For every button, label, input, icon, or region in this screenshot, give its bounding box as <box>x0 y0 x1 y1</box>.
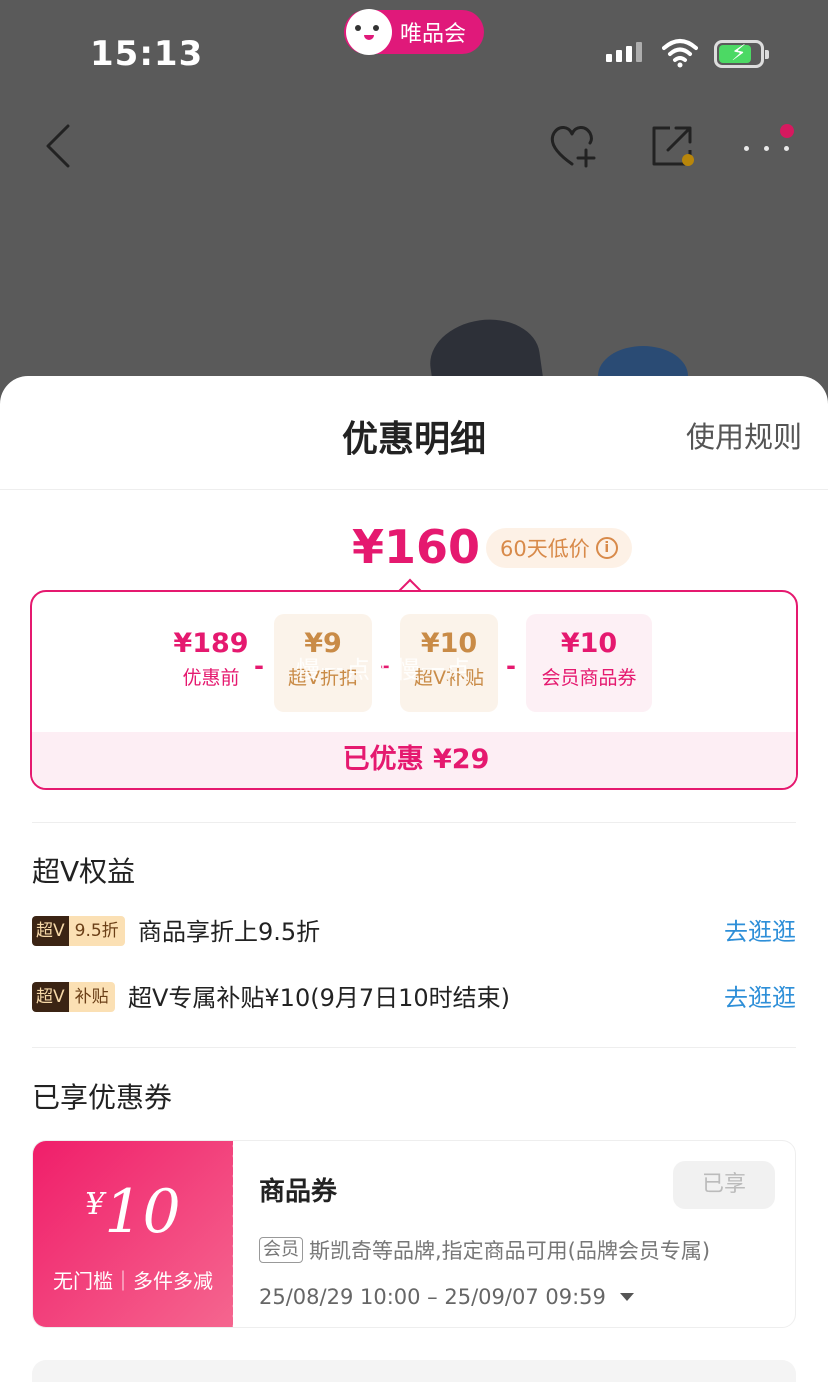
coupon-amount: ¥10 <box>33 1177 233 1247</box>
price-calculation-box: ¥189 优惠前 - ¥9 超V折扣 - ¥10 超V补贴 - ¥10 会员商品… <box>30 590 798 790</box>
background-page: 15:13 唯品会 ⚡ <box>0 0 828 420</box>
calc-item-member-coupon: ¥10 会员商品券 <box>526 614 652 712</box>
calc-label: 超V折扣 <box>288 667 358 689</box>
coupon-amount-value: 10 <box>104 1177 181 1247</box>
member-tag: 会员 <box>259 1237 303 1263</box>
divider <box>32 822 796 823</box>
browse-link[interactable]: 去逛逛 <box>724 976 796 1020</box>
super-v-benefits-title: 超V权益 <box>32 855 136 888</box>
back-icon[interactable] <box>40 122 80 170</box>
low-price-badge[interactable]: 60天低价 i <box>486 528 632 568</box>
calc-label: 超V补贴 <box>414 667 484 689</box>
super-v-subsidy-tag: 超V 补贴 <box>32 982 115 1012</box>
discount-detail-sheet: 优惠明细 使用规则 ¥160 60天低价 i ¥189 优惠前 - ¥9 超V折… <box>0 376 828 1382</box>
calc-value: ¥10 <box>560 628 618 659</box>
sheet-header: 优惠明细 使用规则 <box>0 376 828 490</box>
minus-sign: - <box>380 652 390 680</box>
minus-sign: - <box>254 652 264 680</box>
final-price-row: ¥160 60天低价 i <box>0 520 828 580</box>
coupon-currency: ¥ <box>85 1187 105 1222</box>
chevron-down-icon[interactable] <box>619 1293 634 1301</box>
tag-light-part: 9.5折 <box>68 916 125 946</box>
tag-dark-part: 超V <box>32 982 69 1012</box>
coupon-validity-text: 25/08/29 10:00 – 25/09/07 09:59 <box>259 1285 606 1309</box>
more-icon[interactable] <box>744 124 796 168</box>
low-price-label: 60天低价 <box>500 537 590 561</box>
tag-dark-part: 超V <box>32 916 69 946</box>
calc-item-super-v-subsidy: ¥10 超V补贴 <box>400 614 498 712</box>
next-section-peek <box>32 1360 796 1382</box>
calc-item-original-price: ¥189 优惠前 <box>162 614 260 712</box>
minus-sign: - <box>506 652 516 680</box>
coupon-validity[interactable]: 25/08/29 10:00 – 25/09/07 09:59 <box>259 1285 634 1309</box>
benefit-row-discount: 超V 9.5折 商品享折上9.5折 去逛逛 <box>32 910 796 954</box>
notification-badge <box>780 124 794 138</box>
app-indicator-pill: 唯品会 <box>344 9 484 55</box>
calc-label: 优惠前 <box>182 667 240 689</box>
cellular-signal-icon <box>606 42 642 62</box>
calc-item-super-v-discount: ¥9 超V折扣 <box>274 614 372 712</box>
coupon-description: 会员 斯凯奇等品牌,指定商品可用(品牌会员专属) <box>259 1235 710 1265</box>
browse-link[interactable]: 去逛逛 <box>724 910 796 954</box>
divider <box>32 1047 796 1048</box>
calc-label: 会员商品券 <box>541 667 637 689</box>
super-v-discount-tag: 超V 9.5折 <box>32 916 125 946</box>
battery-charging-icon: ⚡ <box>714 40 769 68</box>
total-saved: 已优惠 ¥29 <box>32 732 796 788</box>
share-icon[interactable] <box>648 122 696 170</box>
benefit-row-subsidy: 超V 补贴 超V专属补贴¥10(9月7日10时结束) 去逛逛 <box>32 976 796 1020</box>
coupon-status-button: 已享 <box>673 1161 775 1209</box>
coupon-condition: 无门槛｜多件多减 <box>53 1269 213 1293</box>
tag-light-part: 补贴 <box>68 982 115 1012</box>
wifi-icon <box>662 39 698 68</box>
info-icon[interactable]: i <box>595 537 618 559</box>
calc-value: ¥189 <box>173 628 249 659</box>
applied-coupons-title: 已享优惠券 <box>32 1081 173 1114</box>
coupon-description-text: 斯凯奇等品牌,指定商品可用(品牌会员专属) <box>309 1239 711 1263</box>
app-name: 唯品会 <box>400 22 467 47</box>
favorite-icon[interactable] <box>548 122 598 170</box>
coupon-amount-panel: ¥10 无门槛｜多件多减 <box>33 1141 233 1327</box>
app-mascot-icon <box>346 9 392 55</box>
usage-rules-link[interactable]: 使用规则 <box>686 414 802 456</box>
coupon-perforation <box>229 1141 237 1327</box>
coupon-card: ¥10 无门槛｜多件多减 商品券 已享 会员 斯凯奇等品牌,指定商品可用(品牌会… <box>32 1140 796 1328</box>
calc-value: ¥10 <box>420 628 478 659</box>
benefit-text: 超V专属补贴¥10(9月7日10时结束) <box>128 984 511 1012</box>
status-time: 15:13 <box>90 34 204 74</box>
calc-value: ¥9 <box>304 628 342 659</box>
final-price: ¥160 <box>352 520 481 574</box>
coupon-name: 商品券 <box>259 1177 338 1207</box>
benefit-text: 商品享折上9.5折 <box>138 918 321 946</box>
